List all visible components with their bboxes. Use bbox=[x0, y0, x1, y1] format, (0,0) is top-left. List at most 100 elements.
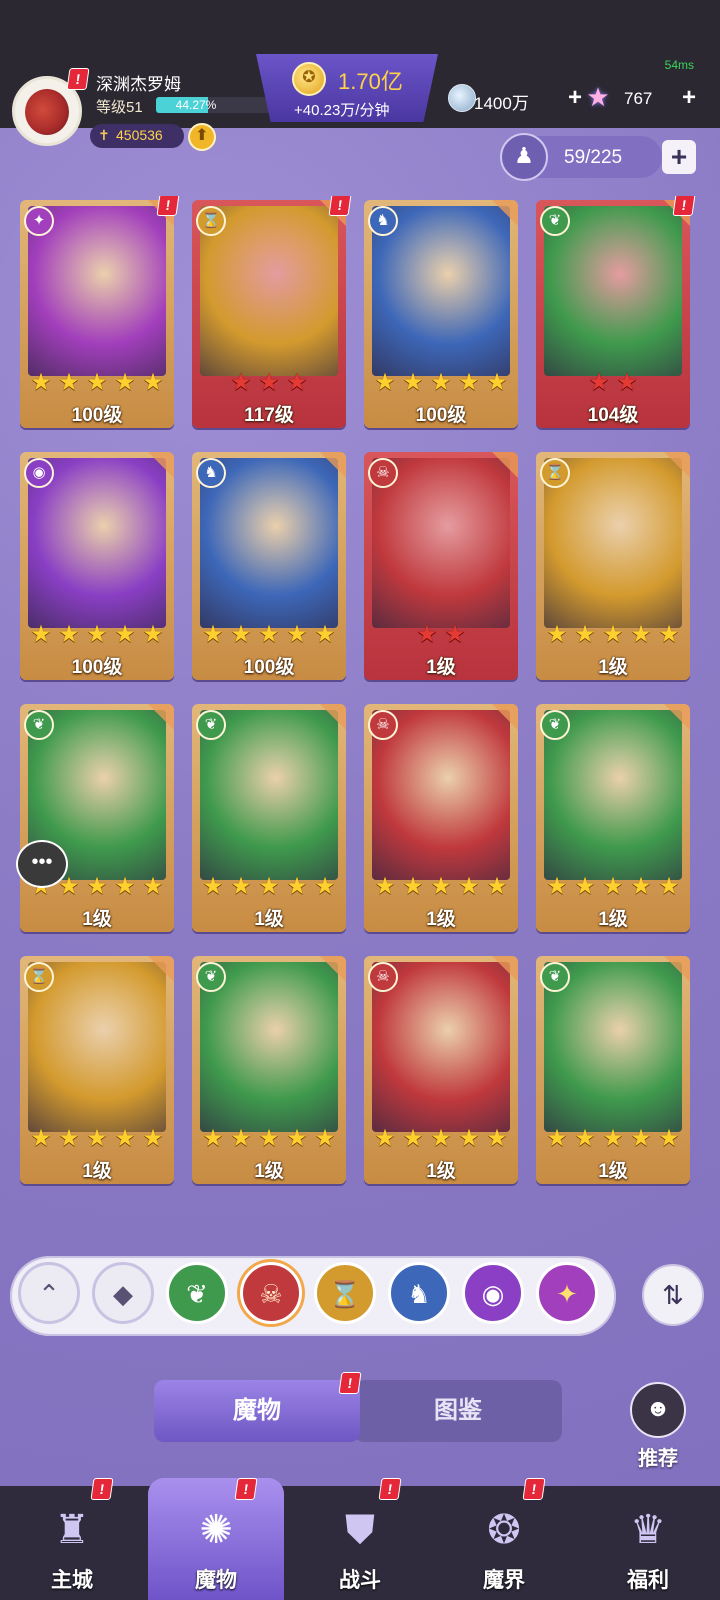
avatar-portrait bbox=[25, 89, 69, 135]
chat-bubble-icon[interactable]: ••• bbox=[16, 840, 68, 888]
player-level: 等级51 bbox=[96, 99, 143, 116]
hourglass-element-icon: ⌛ bbox=[540, 458, 570, 488]
monster-card[interactable]: ❦★★★★★1级 bbox=[20, 704, 174, 932]
monster-card[interactable]: ❦★★★★★1级 bbox=[536, 956, 690, 1184]
monster-level: 1级 bbox=[254, 1161, 284, 1182]
monster-level: 1级 bbox=[426, 657, 456, 678]
monster-card[interactable]: ❦ ★★★★★ 1级 bbox=[536, 704, 690, 932]
star-icon: ★ bbox=[658, 873, 680, 900]
monster-level: 100级 bbox=[415, 405, 467, 426]
nav-label: 主城 bbox=[51, 1569, 93, 1592]
monster-card[interactable]: ❦★★★★★1级 bbox=[192, 704, 346, 932]
monster-card[interactable]: ☠ ★ ★ ★ ★ ★ 1级 bbox=[364, 956, 518, 1184]
exp-percent: 44.27% bbox=[175, 98, 217, 112]
sort-icon: ⇅ bbox=[662, 1280, 684, 1310]
filter-leaf-button[interactable]: ❦ bbox=[166, 1262, 228, 1324]
recommend-button[interactable]: ☻ bbox=[630, 1382, 686, 1438]
demon-element-icon: ☠ bbox=[368, 710, 398, 740]
view-tabs: 图鉴 魔物 ! bbox=[154, 1372, 562, 1442]
star-icon: ★ bbox=[142, 1125, 164, 1152]
dragon-element-icon: ♞ bbox=[368, 206, 398, 236]
filter-hourglass-button[interactable]: ⌛ bbox=[314, 1262, 376, 1324]
sort-button[interactable]: ⇅ bbox=[642, 1264, 704, 1326]
star-icon: ★ bbox=[574, 1125, 596, 1152]
star-rating: ★★★★★ bbox=[364, 1124, 518, 1153]
tab-codex[interactable]: 图鉴 bbox=[354, 1380, 562, 1442]
star-rating: ★★★★★ bbox=[192, 872, 346, 901]
star-icon: ★ bbox=[230, 369, 252, 396]
monster-card[interactable]: ☠ ★ ★ 1级 bbox=[364, 452, 518, 680]
star-rating: ★★★★★ bbox=[364, 872, 518, 901]
username: 深渊杰罗姆 bbox=[96, 75, 181, 94]
star-icon: ★ bbox=[258, 369, 280, 396]
nav-item[interactable]: ♛ 福利 bbox=[576, 1486, 720, 1600]
monster-card[interactable]: ❦★★★★★1级 bbox=[192, 956, 346, 1184]
monster-card[interactable]: ◉ ★ ★ ★ ★ ★ 100级 bbox=[20, 452, 174, 680]
star-rating: ★★★★★ bbox=[192, 1124, 346, 1153]
star-icon: ★ bbox=[546, 873, 568, 900]
monster-level: 1级 bbox=[598, 657, 628, 678]
capacity-count: 59/225 bbox=[564, 147, 623, 168]
monster-card[interactable]: ♞ ★ ★ ★ ★ ★ 100级 bbox=[364, 200, 518, 428]
filter-swirl-button[interactable]: ✦ bbox=[536, 1262, 598, 1324]
star-icon: ★ bbox=[602, 1125, 624, 1152]
star-icon: ★ bbox=[486, 369, 508, 396]
star-rating: ★★★★★ bbox=[536, 872, 690, 901]
expand-capacity-button[interactable]: + bbox=[662, 140, 696, 174]
filter-collapse-up-button[interactable]: ⌃ bbox=[18, 1262, 80, 1324]
star-icon: ★ bbox=[314, 873, 336, 900]
star-icon: ★ bbox=[402, 873, 424, 900]
monster-level: 1级 bbox=[426, 1161, 456, 1182]
star-icon: ★ bbox=[286, 621, 308, 648]
star-rating: ★★★★★ bbox=[20, 620, 174, 649]
monster-card[interactable]: ⌛ ★ ★ ★ ★ ★ 1级 bbox=[536, 452, 690, 680]
card-alert-icon: ! bbox=[156, 196, 180, 216]
star-icon: ★ bbox=[444, 621, 466, 648]
monster-card[interactable]: ⌛ ★ ★ ★ 117级 bbox=[192, 200, 346, 428]
leaf-element-icon: ❦ bbox=[540, 962, 570, 992]
leaf-element-icon: ❦ bbox=[24, 710, 54, 740]
monster-card[interactable]: ☠ ★ ★ ★ ★ ★ 1级 bbox=[364, 704, 518, 932]
monster-level: 1级 bbox=[598, 909, 628, 930]
star-icon: ★ bbox=[458, 369, 480, 396]
filter-dragon-button[interactable]: ♞ bbox=[388, 1262, 450, 1324]
gold-coin-icon: ✪ bbox=[292, 62, 326, 96]
star-icon: ★ bbox=[114, 621, 136, 648]
tab-monsters[interactable]: 魔物 bbox=[154, 1380, 360, 1442]
nav-item[interactable]: ❂ 魔界! bbox=[432, 1478, 576, 1600]
star-icon: ★ bbox=[286, 1125, 308, 1152]
nav-icon: ♜ bbox=[54, 1508, 90, 1552]
filter-demon-button[interactable]: ☠ bbox=[240, 1262, 302, 1324]
add-gem-button[interactable]: + bbox=[568, 86, 582, 110]
monster-card[interactable]: ⌛ ★ ★ ★ ★ ★ 1级 bbox=[20, 956, 174, 1184]
star-icon: ★ bbox=[202, 873, 224, 900]
gold-rate: +40.23万/分钟 bbox=[294, 102, 390, 119]
monster-level: 1级 bbox=[82, 1161, 112, 1182]
nav-item[interactable]: ✺ 魔物! bbox=[144, 1478, 288, 1600]
monster-card[interactable]: ✦ ★ ★ ★ ★ ★ 100级 bbox=[20, 200, 174, 428]
star-icon: ★ bbox=[258, 1125, 280, 1152]
filter-eye-button[interactable]: ◉ bbox=[462, 1262, 524, 1324]
nav-alert-icon: ! bbox=[522, 1478, 546, 1500]
add-star-button[interactable]: + bbox=[682, 86, 696, 110]
monster-card[interactable]: ❦ ★ ★ 104级 bbox=[536, 200, 690, 428]
power-up-button[interactable]: ⬆ bbox=[188, 123, 216, 151]
star-icon: ★ bbox=[486, 1125, 508, 1152]
star-icon: ★ bbox=[374, 369, 396, 396]
monster-level: 100级 bbox=[71, 405, 123, 426]
nav-alert-icon: ! bbox=[234, 1478, 258, 1500]
nav-item[interactable]: ⛊ 战斗! bbox=[288, 1478, 432, 1600]
nav-item[interactable]: ♜ 主城! bbox=[0, 1478, 144, 1600]
monster-card[interactable]: ♞ ★ ★ ★ ★ ★ 100级 bbox=[192, 452, 346, 680]
leaf-element-icon: ❦ bbox=[540, 710, 570, 740]
monster-level: 100级 bbox=[71, 657, 123, 678]
star-icon: ★ bbox=[630, 873, 652, 900]
ping-indicator: 54ms bbox=[664, 58, 694, 72]
eye-element-icon: ◉ bbox=[24, 458, 54, 488]
star-icon: ★ bbox=[58, 1125, 80, 1152]
monster-level: 100级 bbox=[243, 657, 295, 678]
star-icon: ★ bbox=[458, 873, 480, 900]
star-icon: ★ bbox=[314, 1125, 336, 1152]
filter-all-button[interactable]: ◆ bbox=[92, 1262, 154, 1324]
star-icon: ★ bbox=[374, 873, 396, 900]
